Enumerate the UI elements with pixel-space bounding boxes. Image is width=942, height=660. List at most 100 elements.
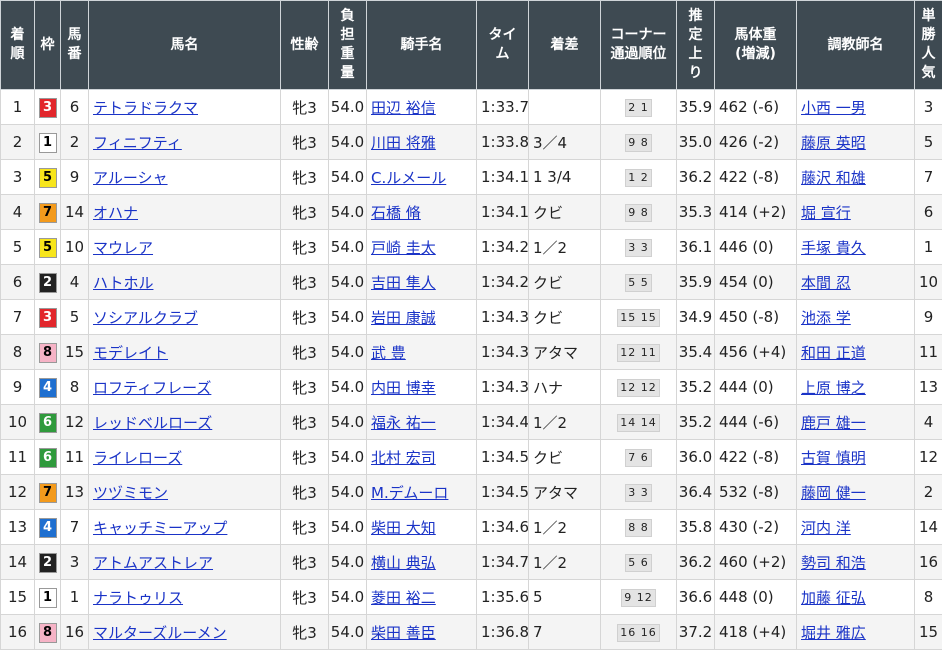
jockey-link[interactable]: 菱田 裕二 xyxy=(371,589,436,607)
weight-value: 54.0 xyxy=(330,203,365,221)
jockey-link[interactable]: 石橋 脩 xyxy=(371,204,421,222)
trainer-link[interactable]: 勢司 和浩 xyxy=(801,554,866,572)
trainer-link[interactable]: 堀井 雅広 xyxy=(801,624,866,642)
bodyweight-value: 422 (-8) xyxy=(719,168,780,186)
horse-link[interactable]: フィニフティ xyxy=(93,134,182,152)
jockey-link[interactable]: 内田 博幸 xyxy=(371,379,436,397)
weight-value: 54.0 xyxy=(330,273,365,291)
time-value: 1:34.6 xyxy=(481,518,529,536)
margin-value: クビ xyxy=(533,308,564,327)
trainer-link[interactable]: 堀 宣行 xyxy=(801,204,851,222)
horse-link[interactable]: テトラドラクマ xyxy=(93,99,198,117)
last3f-cell: 34.9 xyxy=(676,299,715,335)
trainer-link[interactable]: 和田 正道 xyxy=(801,344,866,362)
horse-link[interactable]: ロフティフレーズ xyxy=(93,379,211,397)
jockey-link[interactable]: 横山 典弘 xyxy=(371,554,436,572)
horse-link[interactable]: オハナ xyxy=(93,204,138,222)
pop-cell: 2 xyxy=(914,474,942,510)
trainer-link[interactable]: 池添 学 xyxy=(801,309,851,327)
trainer-link[interactable]: 古賀 慎明 xyxy=(801,449,866,467)
horse-link[interactable]: アルーシャ xyxy=(93,169,168,187)
waku-badge: 5 xyxy=(38,237,57,258)
pop-cell: 4 xyxy=(914,404,942,440)
jockey-link[interactable]: M.デムーロ xyxy=(371,484,448,502)
jockey-link[interactable]: 岩田 康誠 xyxy=(371,309,436,327)
corner-order: 9 8 xyxy=(625,204,652,222)
sexage-value: 牝3 xyxy=(292,413,317,432)
horse-link[interactable]: レッドベルローズ xyxy=(93,414,212,432)
jockey-link[interactable]: 武 豊 xyxy=(371,344,406,362)
table-row: 7 3 5 ソシアルクラブ 牝3 54.0 岩田 康誠 1:34.3 クビ 15 15 34.9 45… xyxy=(0,299,942,335)
trainer-link[interactable]: 本間 忍 xyxy=(801,274,851,292)
jockey-cell: 福永 祐一 xyxy=(366,404,477,440)
weight-cell: 54.0 xyxy=(328,264,367,300)
trainer-link[interactable]: 加藤 征弘 xyxy=(801,589,866,607)
pop-cell: 8 xyxy=(914,579,942,615)
time-cell: 1:34.7 xyxy=(476,544,529,580)
horse-link[interactable]: ソシアルクラブ xyxy=(93,309,198,327)
jockey-link[interactable]: 柴田 善臣 xyxy=(371,624,436,642)
jockey-link[interactable]: 吉田 隼人 xyxy=(371,274,436,292)
trainer-link[interactable]: 藤沢 和雄 xyxy=(801,169,866,187)
header-margin: 着差 xyxy=(528,0,601,90)
header-rank-line: 順 xyxy=(10,46,25,62)
last3f-cell: 35.4 xyxy=(676,334,715,370)
trainer-link[interactable]: 小西 一男 xyxy=(801,99,866,117)
trainer-link[interactable]: 鹿戸 雄一 xyxy=(801,414,866,432)
umaban-value: 9 xyxy=(69,168,80,186)
sexage-cell: 牝3 xyxy=(280,334,329,370)
table-row: 8 8 15 モデレイト 牝3 54.0 武 豊 1:34.3 アタマ 12 11 35.4 456 … xyxy=(0,334,942,370)
weight-cell: 54.0 xyxy=(328,159,367,195)
sexage-cell: 牝3 xyxy=(280,264,329,300)
corner-cell: 15 15 xyxy=(600,299,677,335)
trainer-link[interactable]: 藤原 英昭 xyxy=(801,134,866,152)
jockey-link[interactable]: C.ルメール xyxy=(371,169,446,187)
waku-badge: 2 xyxy=(38,272,57,293)
table-row: 13 4 7 キャッチミーアップ 牝3 54.0 柴田 大知 1:34.6 1／2 8 8 35.8… xyxy=(0,509,942,545)
rank-value: 14 xyxy=(7,553,28,571)
trainer-link[interactable]: 手塚 貴久 xyxy=(801,239,866,257)
sexage-value: 牝3 xyxy=(292,238,317,257)
horse-link[interactable]: ハトホル xyxy=(93,274,153,292)
weight-cell: 54.0 xyxy=(328,474,367,510)
header-weight-line: 量 xyxy=(340,65,355,81)
trainer-link[interactable]: 藤岡 健一 xyxy=(801,484,866,502)
last3f-cell: 35.2 xyxy=(676,369,715,405)
margin-value: クビ xyxy=(533,448,564,467)
header-time-line: ム xyxy=(495,46,510,62)
time-value: 1:36.8 xyxy=(481,623,529,641)
horse-link[interactable]: マルターズルーメン xyxy=(93,624,227,642)
header-pop-line: 単 xyxy=(921,8,936,24)
jockey-link[interactable]: 田辺 裕信 xyxy=(371,99,436,117)
jockey-cell: C.ルメール xyxy=(366,159,477,195)
jockey-link[interactable]: 戸崎 圭太 xyxy=(371,239,436,257)
umaban-cell: 10 xyxy=(60,229,89,265)
horse-link[interactable]: キャッチミーアップ xyxy=(93,519,227,537)
umaban-value: 5 xyxy=(69,308,80,326)
jockey-link[interactable]: 川田 将雅 xyxy=(371,134,436,152)
horse-link[interactable]: マウレア xyxy=(93,239,153,257)
pop-value: 4 xyxy=(923,413,934,431)
table-row: 12 7 13 ツヅミモン 牝3 54.0 M.デムーロ 1:34.5 アタマ 3 3 36.4 53… xyxy=(0,474,942,510)
horse-link[interactable]: モデレイト xyxy=(93,344,168,362)
jockey-link[interactable]: 柴田 大知 xyxy=(371,519,436,537)
weight-cell: 54.0 xyxy=(328,369,367,405)
horse-link[interactable]: アトムアストレア xyxy=(93,554,213,572)
trainer-link[interactable]: 上原 博之 xyxy=(801,379,866,397)
horse-link[interactable]: ツヅミモン xyxy=(93,484,168,502)
horse-link[interactable]: ライレローズ xyxy=(93,449,182,467)
waku-badge: 7 xyxy=(38,202,57,223)
jockey-link[interactable]: 福永 祐一 xyxy=(371,414,436,432)
umaban-value: 2 xyxy=(69,133,80,151)
corner-cell: 8 8 xyxy=(600,509,677,545)
bodyweight-value: 430 (-2) xyxy=(719,518,780,536)
margin-value: 1／2 xyxy=(533,553,568,572)
last3f-value: 36.1 xyxy=(678,238,713,256)
umaban-value: 1 xyxy=(69,588,80,606)
bodyweight-value: 462 (-6) xyxy=(719,98,780,116)
rank-cell: 10 xyxy=(0,404,35,440)
trainer-link[interactable]: 河内 洋 xyxy=(801,519,851,537)
bodyweight-cell: 462 (-6) xyxy=(714,89,797,125)
jockey-link[interactable]: 北村 宏司 xyxy=(371,449,436,467)
horse-link[interactable]: ナラトゥリス xyxy=(93,589,183,607)
